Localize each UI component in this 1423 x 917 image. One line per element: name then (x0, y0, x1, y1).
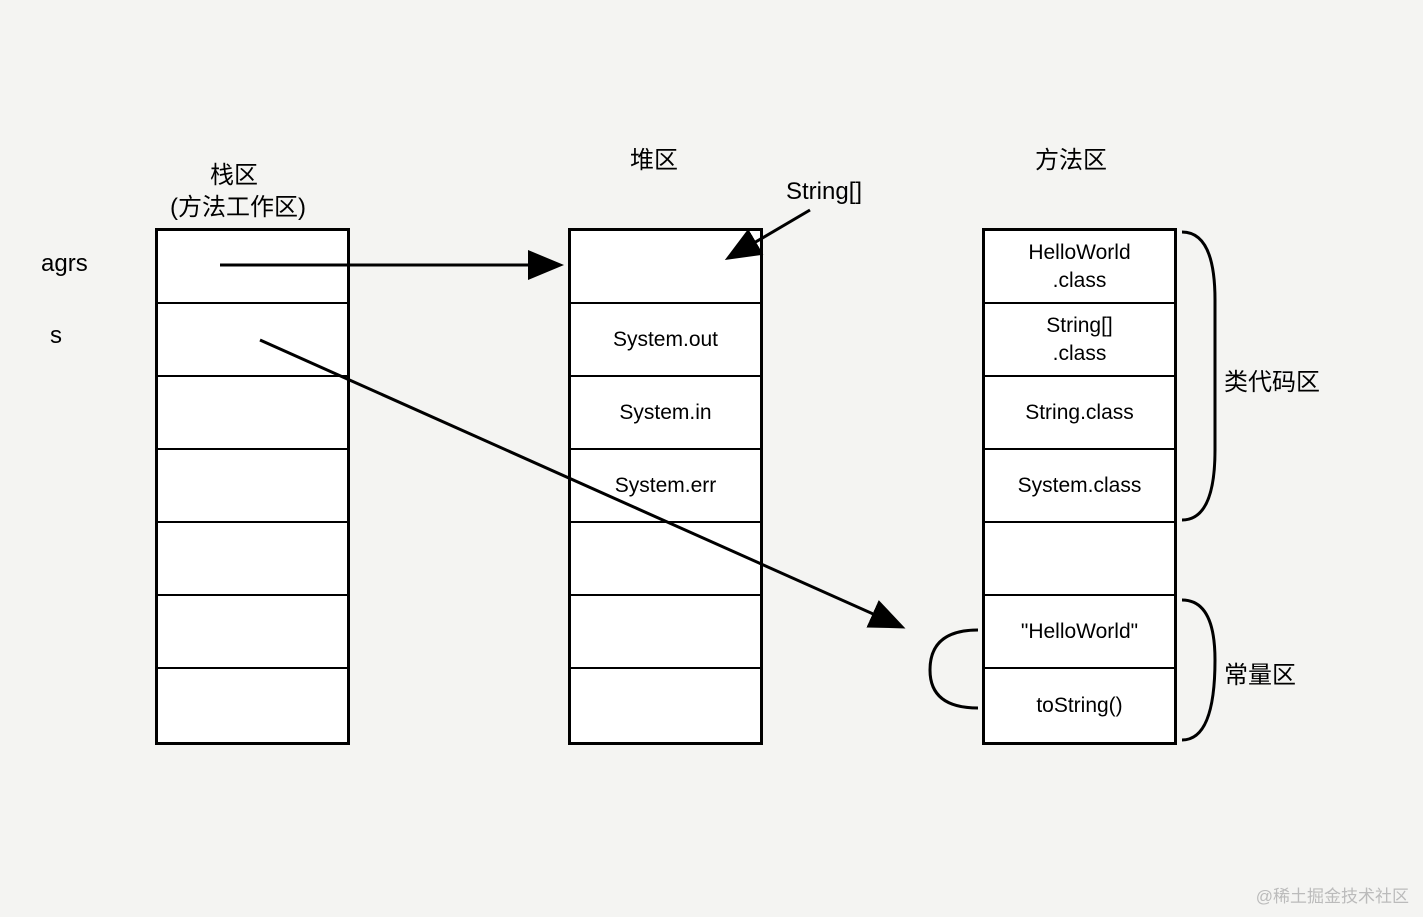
heap-cell-5 (571, 596, 760, 669)
heap-cell-3: System.err (571, 450, 760, 523)
method-area: HelloWorld .class String[] .class String… (982, 228, 1177, 745)
method-cell-0: HelloWorld .class (985, 231, 1174, 304)
method-cell-1-line1: String[] (1046, 312, 1113, 339)
stack-cell-0 (158, 231, 347, 304)
heap-area: System.out System.in System.err (568, 228, 763, 745)
stack-label-agrs: agrs (41, 250, 88, 278)
stack-cell-5 (158, 596, 347, 669)
stack-cell-6 (158, 669, 347, 742)
method-cell-1-line2: .class (1053, 340, 1107, 367)
heap-annotation-string-array: String[] (786, 178, 862, 206)
stack-cell-1 (158, 304, 347, 377)
stack-cell-2 (158, 377, 347, 450)
method-cell-5: "HelloWorld" (985, 596, 1174, 669)
method-cell-1: String[] .class (985, 304, 1174, 377)
heap-cell-4 (571, 523, 760, 596)
region-label-class-code: 类代码区 (1224, 362, 1320, 397)
method-cell-6: toString() (985, 669, 1174, 742)
method-title: 方法区 (1035, 140, 1107, 175)
stack-cell-4 (158, 523, 347, 596)
method-cell-0-line1: HelloWorld (1028, 239, 1130, 266)
stack-cell-3 (158, 450, 347, 523)
heap-cell-6 (571, 669, 760, 742)
stack-title-line1: 栈区 (210, 155, 258, 190)
heap-cell-1: System.out (571, 304, 760, 377)
heap-cell-2: System.in (571, 377, 760, 450)
watermark: @稀土掘金技术社区 (1256, 882, 1409, 907)
region-label-constant: 常量区 (1224, 655, 1296, 690)
stack-label-s: s (50, 322, 62, 350)
stack-area (155, 228, 350, 745)
heap-cell-0 (571, 231, 760, 304)
method-cell-4 (985, 523, 1174, 596)
heap-title: 堆区 (630, 140, 678, 175)
method-cell-0-line2: .class (1053, 267, 1107, 294)
method-cell-2: String.class (985, 377, 1174, 450)
stack-title-line2: (方法工作区) (170, 187, 306, 222)
method-cell-3: System.class (985, 450, 1174, 523)
